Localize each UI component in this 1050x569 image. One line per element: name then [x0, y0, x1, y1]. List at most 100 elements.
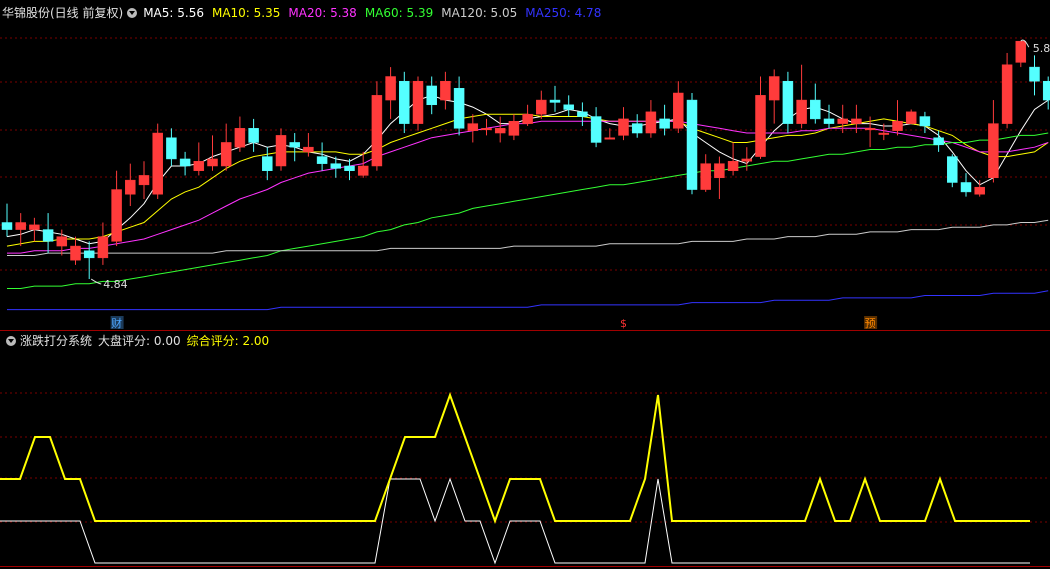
chevron-down-icon[interactable]: [6, 336, 16, 346]
candle: [755, 76, 766, 159]
candle: [467, 114, 479, 143]
ma-line-ma120: [7, 219, 1049, 256]
ma-line-ma60: [7, 132, 1049, 289]
candle: [1015, 40, 1027, 68]
candle: [1029, 55, 1040, 96]
candle: [741, 147, 753, 171]
candle: [892, 100, 903, 136]
ma-legend-item: MA20: 5.38: [288, 6, 357, 20]
candle: [618, 107, 629, 141]
candle: [823, 104, 835, 129]
indicator-header: 涨跌打分系统 大盘评分: 0.00 综合评分: 2.00: [2, 333, 275, 349]
candle: [810, 83, 821, 124]
candle: [70, 236, 81, 265]
low-price-label: 4.84: [103, 278, 128, 291]
candle: [481, 118, 492, 136]
ma-legend: MA5: 5.56 MA10: 5.35 MA20: 5.38 MA60: 5.39 M…: [143, 6, 609, 20]
candle: [97, 222, 109, 265]
candle: [316, 142, 328, 171]
candle: [1042, 76, 1050, 110]
candle: [138, 161, 150, 199]
ma-legend-item: MA120: 5.05: [441, 6, 518, 20]
candle: [125, 163, 136, 207]
composite-score-label: 综合评分: 2.00: [186, 334, 270, 348]
candle: [207, 135, 218, 171]
event-marker-label: 预: [865, 317, 876, 330]
candle: [659, 104, 670, 136]
event-marker[interactable]: 财: [110, 316, 124, 330]
candle: [371, 81, 383, 171]
candle: [248, 118, 259, 152]
candle: [440, 71, 451, 110]
candle: [563, 95, 574, 117]
candle: [385, 67, 396, 119]
candle: [412, 76, 424, 131]
candle: [549, 85, 561, 112]
candle: [933, 130, 944, 152]
ma-legend-item: MA60: 5.39: [364, 6, 434, 20]
candle: [42, 213, 54, 254]
candle: [796, 64, 807, 129]
stock-title[interactable]: 华锦股份(日线 前复权): [2, 6, 123, 20]
candle: [686, 93, 698, 195]
candle: [727, 142, 739, 176]
candlestick-series: [1, 40, 1050, 280]
candle: [631, 114, 643, 138]
candle: [29, 217, 40, 242]
moving-average-lines: [6, 94, 1049, 311]
candle: [83, 241, 95, 280]
ma-line-ma20: [7, 120, 1049, 254]
ma-line-ma250: [7, 290, 1049, 311]
candle: [700, 154, 711, 192]
chevron-down-icon[interactable]: [127, 8, 138, 18]
price-annotations: 5.85 4.84: [90, 39, 1050, 291]
candle: [152, 123, 163, 199]
score-line: [0, 392, 1030, 524]
candle: [577, 102, 588, 126]
candle: [590, 107, 602, 148]
candle: [262, 147, 273, 181]
event-marker-label: $: [620, 317, 627, 330]
market-score-label: 大盘评分: 0.00: [98, 334, 181, 348]
candle: [768, 69, 780, 124]
candle: [645, 100, 657, 138]
candle: [673, 81, 684, 134]
candle: [220, 123, 232, 171]
high-price-label: 5.85: [1033, 42, 1050, 55]
candle: [947, 154, 958, 188]
candle: [193, 142, 205, 176]
candle: [275, 128, 287, 171]
event-marker[interactable]: 预: [864, 316, 878, 330]
candle: [111, 170, 122, 247]
ma-line-ma10: [6, 113, 1049, 247]
candle: [714, 156, 725, 199]
kline-chart[interactable]: 5.85 4.84 财 $ 预: [0, 0, 1050, 569]
candle: [536, 90, 547, 119]
candle: [522, 104, 533, 126]
candle: [179, 151, 191, 176]
event-marker-label: 财: [111, 316, 122, 330]
candle: [960, 173, 972, 197]
candle: [399, 71, 410, 134]
candle: [234, 116, 246, 152]
candle: [905, 109, 917, 124]
ma-legend-item: MA5: 5.56: [143, 6, 204, 20]
candle: [303, 133, 314, 157]
event-marker[interactable]: $: [620, 317, 627, 330]
candle: [988, 100, 999, 183]
event-markers: 财 $ 预: [110, 316, 878, 330]
candle: [1001, 52, 1013, 129]
candle: [166, 128, 177, 166]
main-chart-header: 华锦股份(日线 前复权) MA5: 5.56 MA10: 5.35 MA20: 5.3…: [2, 5, 615, 21]
ma-legend-item: MA250: 4.78: [525, 6, 602, 20]
score-indicator-lines: [0, 392, 1030, 565]
candle: [453, 76, 465, 136]
candle: [15, 213, 26, 247]
candle: [494, 116, 506, 143]
candle: [782, 71, 794, 134]
candle: [289, 133, 300, 162]
ma-legend-item: MA10: 5.35: [211, 6, 281, 20]
indicator-name[interactable]: 涨跌打分系统: [20, 334, 92, 348]
candle: [1, 203, 13, 237]
candle: [508, 114, 520, 141]
